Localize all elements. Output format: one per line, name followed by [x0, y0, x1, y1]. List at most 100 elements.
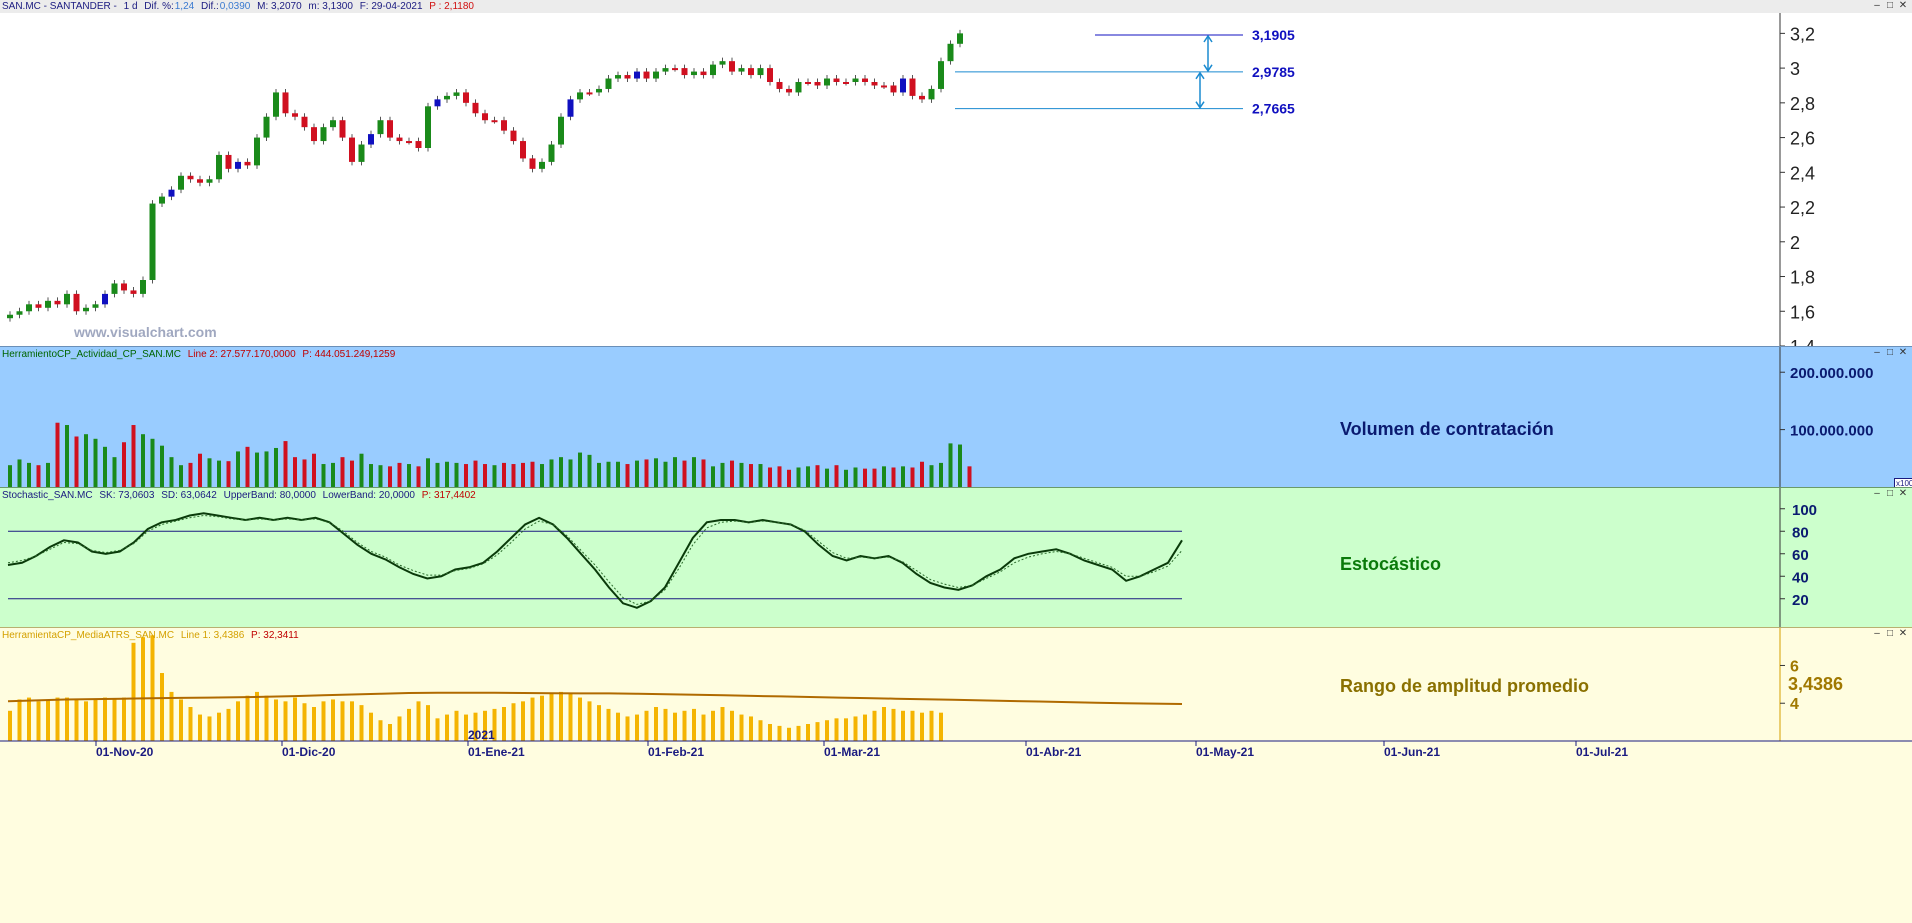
atr-bar [350, 701, 354, 741]
volume-bar [559, 457, 563, 487]
volume-bar [340, 457, 345, 487]
atr-bar [236, 701, 240, 741]
stochastic-panel[interactable]: Stochastic_SAN.MC SK: 73,0603 SD: 63,064… [0, 487, 1912, 628]
x-tick-label: 01-Jul-21 [1576, 745, 1628, 759]
volume-bar [188, 462, 193, 487]
atr-bar [150, 635, 155, 741]
atr-bar [112, 699, 117, 741]
volume-bar [17, 459, 22, 487]
price-candle [947, 43, 954, 62]
volume-tick-label: 200.000.000 [1790, 365, 1873, 382]
volume-panel[interactable]: HerramientoCP_Actividad_CP_SAN.MC Line 2… [0, 346, 1912, 488]
volume-bar [359, 453, 364, 487]
price-candle [909, 78, 916, 96]
volume-bar [844, 469, 848, 487]
price-candle [159, 196, 165, 204]
volume-chart[interactable]: 200.000.000 100.000.000 [0, 347, 1912, 488]
price-candle [833, 78, 840, 82]
close-icon[interactable]: ✕ [1898, 629, 1908, 639]
atr-bar [872, 710, 877, 741]
close-icon[interactable]: ✕ [1898, 348, 1908, 358]
maximize-icon[interactable]: □ [1885, 629, 1895, 639]
stoch-tick-label: 80 [1792, 524, 1809, 541]
price-candle [273, 92, 279, 117]
price-tick-label: 1,6 [1790, 302, 1815, 322]
atr-bar [587, 701, 592, 741]
price-tick-label: 1,8 [1790, 268, 1815, 288]
price-chart[interactable]: 3,2 3 2,8 2,6 2,4 2,2 2 1,8 1,6 1,4 3,1905 2,9785 2,… [0, 0, 1912, 346]
symbol-label: SAN.MC - SANTANDER - [2, 1, 117, 12]
volume-bar [635, 460, 639, 487]
price-candle [548, 144, 555, 162]
price-candle [672, 68, 678, 71]
volume-bar [948, 443, 953, 487]
maximize-icon[interactable]: □ [1885, 1, 1895, 11]
atr-bar [891, 708, 896, 741]
volume-bar [321, 464, 326, 487]
atr-bar [853, 716, 858, 741]
price-candle [187, 175, 194, 180]
volume-bar [435, 462, 440, 487]
volume-bar [530, 461, 535, 487]
price-candle [444, 95, 450, 100]
price-candle [121, 283, 127, 291]
atr-bar [293, 697, 297, 741]
stoch-sk: SK: 73,0603 [99, 490, 155, 501]
atr-panel[interactable]: HerramientaCP_MediaATRS_SAN.MC Line 1: 3… [0, 627, 1912, 923]
price-header: SAN.MC - SANTANDER - 1 d Dif. %:1,24 Dif… [2, 0, 478, 13]
volume-bar [226, 461, 231, 487]
price-candle [330, 120, 336, 128]
volume-bar [236, 451, 240, 487]
volume-bar [312, 453, 316, 487]
price-tick-label: 2,6 [1790, 129, 1815, 149]
volume-bar [46, 462, 50, 487]
close-icon[interactable]: ✕ [1898, 489, 1908, 499]
volume-bar [806, 466, 810, 487]
volume-bar [255, 452, 259, 487]
atr-bar [559, 691, 563, 741]
volume-bar [739, 462, 744, 487]
atr-bar [46, 699, 50, 741]
minimize-icon[interactable]: – [1872, 348, 1882, 358]
stoch-tick-label: 60 [1792, 547, 1809, 564]
price-candle [7, 314, 13, 319]
price-candle [225, 154, 232, 169]
price-candle [244, 161, 251, 166]
atr-bar [388, 724, 392, 741]
price-tick-label: 3 [1790, 59, 1800, 79]
watermark: www.visualchart.com [74, 324, 217, 340]
maximize-icon[interactable]: □ [1885, 489, 1895, 499]
volume-bar [122, 442, 126, 487]
close-icon[interactable]: ✕ [1898, 1, 1908, 11]
volume-bar [815, 465, 820, 487]
price-candle [567, 99, 574, 117]
price-candle [54, 300, 61, 305]
volume-bar [521, 462, 525, 487]
atr-bar [160, 673, 164, 741]
minimize-icon[interactable]: – [1872, 489, 1882, 499]
volume-bar [958, 444, 962, 487]
channel-label: 2,7665 [1252, 101, 1295, 117]
x-tick-label: 01-May-21 [1196, 745, 1254, 759]
minimize-icon[interactable]: – [1872, 1, 1882, 11]
price-candle [463, 92, 469, 103]
dif-pct-label: Dif. %: [144, 1, 174, 12]
atr-bar [141, 637, 145, 741]
atr-bar [635, 714, 639, 741]
volume-bar [787, 469, 791, 487]
price-candle [254, 137, 260, 166]
volume-bar [758, 464, 763, 487]
price-candle [339, 120, 346, 138]
price-panel[interactable]: SAN.MC - SANTANDER - 1 d Dif. %:1,24 Dif… [0, 0, 1912, 346]
atr-chart[interactable]: 6 4 01-Nov-20 01-Dic-20 2021 01-Ene-21 01-Feb-… [0, 628, 1912, 923]
stoch-sd: SD: 63,0642 [161, 490, 217, 501]
minimize-icon[interactable]: – [1872, 629, 1882, 639]
price-candle [719, 61, 726, 65]
atr-indicator-name: HerramientaCP_MediaATRS_SAN.MC [2, 630, 175, 641]
dif-value: 0,0390 [219, 1, 251, 12]
maximize-icon[interactable]: □ [1885, 348, 1895, 358]
price-candle [501, 120, 507, 131]
stochastic-chart[interactable]: 100 80 60 40 20 [0, 488, 1912, 628]
atr-bar [777, 725, 782, 741]
price-candle [681, 68, 688, 76]
